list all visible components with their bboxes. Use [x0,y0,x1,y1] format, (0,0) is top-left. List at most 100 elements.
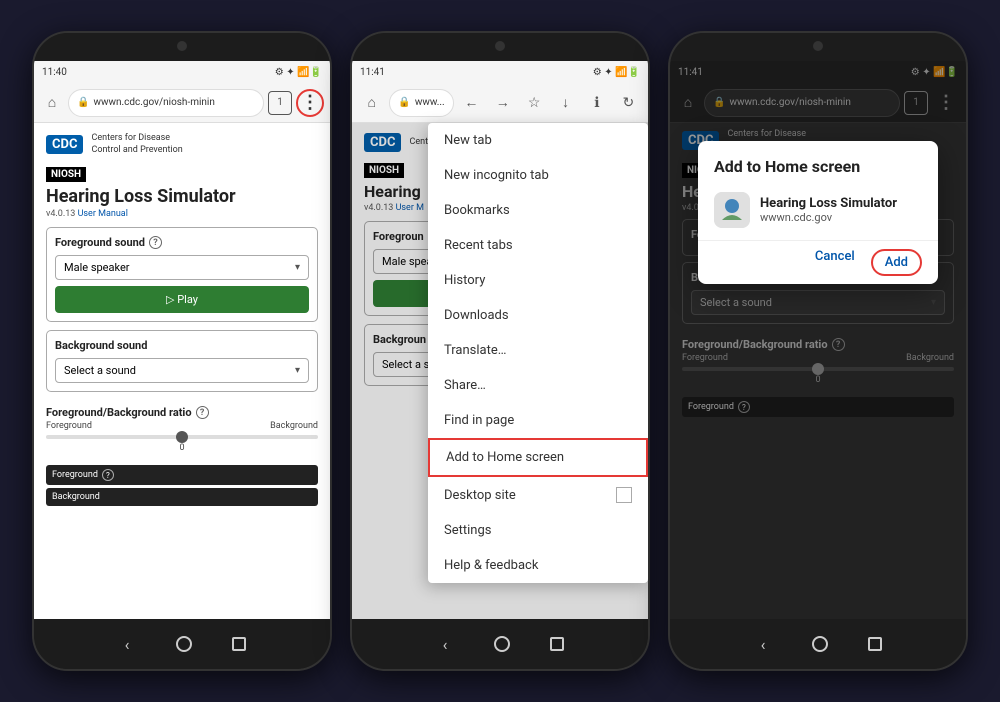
dialog-overlay-3: Add to Home screen Hearing Loss Simulato… [670,61,966,619]
foreground-help-icon-1[interactable]: ? [149,236,162,249]
nav-home-1[interactable] [176,636,192,652]
menu-item-find-in-page[interactable]: Find in page [428,403,648,438]
foreground-audio-bar-1: Foreground ? [46,465,318,485]
menu-item-desktop-site[interactable]: Desktop site [428,477,648,513]
status-icons-1: ⚙ ✦ 📶🔋 [275,67,322,78]
phone-bottom-3: ‹ [670,619,966,669]
menu-item-share[interactable]: Share… [428,368,648,403]
info-btn-2[interactable]: ℹ [583,89,610,117]
menu-btn-1[interactable]: ⋮ [296,89,324,117]
back-btn-2[interactable]: ← [458,89,485,117]
dialog-actions: Cancel Add [698,241,938,284]
forward-btn-2[interactable]: → [489,89,516,117]
app-version-1: v4.0.13 User Manual [46,209,318,219]
menu-item-settings[interactable]: Settings [428,513,648,548]
nav-square-2[interactable] [550,637,564,651]
lock-icon-2: 🔒 [398,97,410,108]
camera-1 [177,41,187,51]
browser-bar-2: ⌂ 🔒 www... ← → ☆ ↓ ℹ ↻ [352,83,648,123]
phone-2: 11:41 ⚙ ✦ 📶🔋 ⌂ 🔒 www... ← → ☆ ↓ ℹ ↻ [350,31,650,671]
screen-1: 11:40 ⚙ ✦ 📶🔋 ⌂ 🔒 wwwn.cdc.gov/niosh-mini… [34,61,330,619]
camera-3 [813,41,823,51]
phone-top-1 [34,33,330,61]
foreground-section-1: Foreground sound ? Male speaker ▾ ▷ Play [46,227,318,322]
menu-item-bookmarks[interactable]: Bookmarks [428,193,648,228]
foreground-label-1: Foreground sound ? [55,236,309,249]
dialog-app-icon [714,192,750,228]
home-btn-2[interactable]: ⌂ [358,89,385,117]
user-manual-link-2[interactable]: User M [396,203,424,213]
menu-item-history[interactable]: History [428,263,648,298]
nav-home-3[interactable] [812,636,828,652]
background-section-1: Background sound Select a sound ▾ [46,330,318,392]
dl-btn-2[interactable]: ↓ [552,89,579,117]
menu-item-downloads[interactable]: Downloads [428,298,648,333]
ratio-help-icon-1[interactable]: ? [196,406,209,419]
nav-square-3[interactable] [868,637,882,651]
slider-thumb-1[interactable] [176,431,188,443]
audio-help-icon-1[interactable]: ? [102,469,114,481]
url-bar-1[interactable]: 🔒 wwwn.cdc.gov/niosh-minin [68,89,264,117]
cdc-header-1: CDC Centers for DiseaseControl and Preve… [46,133,318,156]
phone-top-2 [352,33,648,61]
nav-back-1[interactable]: ‹ [118,635,136,653]
status-bar-1: 11:40 ⚙ ✦ 📶🔋 [34,61,330,83]
screen-3: 11:41 ⚙ ✦ 📶🔋 ⌂ 🔒 wwwn.cdc.gov/niosh-mini… [670,61,966,619]
desktop-site-checkbox[interactable] [616,487,632,503]
menu-item-add-home[interactable]: Add to Home screen [428,438,648,477]
dialog-app-row: Hearing Loss Simulator wwwn.cdc.gov [698,184,938,240]
background-audio-bar-1: Background [46,488,318,506]
ratio-label-1: Foreground/Background ratio ? [46,406,318,419]
cdc-text-1: Centers for DiseaseControl and Preventio… [91,133,182,156]
url-bar-2[interactable]: 🔒 www... [389,89,453,117]
menu-item-new-tab[interactable]: New tab [428,123,648,158]
dialog-app-info: Hearing Loss Simulator wwwn.cdc.gov [760,196,897,224]
niosh-logo-1: NIOSH [46,167,86,182]
slider-track-1[interactable] [46,435,318,439]
ratio-ends-1: Foreground Background [46,421,318,431]
app-icon-svg [714,192,750,228]
browser-bar-1: ⌂ 🔒 wwwn.cdc.gov/niosh-minin 1 ⋮ [34,83,330,123]
nav-home-2[interactable] [494,636,510,652]
play-btn-1[interactable]: ▷ Play [55,286,309,313]
menu-item-recent-tabs[interactable]: Recent tabs [428,228,648,263]
dialog-title: Add to Home screen [698,141,938,184]
user-manual-link-1[interactable]: User Manual [78,209,128,219]
url-text-2: www... [415,97,445,108]
phone-bottom-1: ‹ [34,619,330,669]
menu-item-help-feedback[interactable]: Help & feedback [428,548,648,583]
dialog-add-btn[interactable]: Add [871,249,922,276]
status-time-2: 11:41 [360,67,385,78]
star-btn-2[interactable]: ☆ [520,89,547,117]
phone-3: 11:41 ⚙ ✦ 📶🔋 ⌂ 🔒 wwwn.cdc.gov/niosh-mini… [668,31,968,671]
dialog-cancel-btn[interactable]: Cancel [815,249,855,276]
cdc-logo-1: CDC [46,135,83,154]
home-btn-1[interactable]: ⌂ [40,91,64,115]
background-dropdown-1[interactable]: Select a sound ▾ [55,358,309,383]
nav-back-2[interactable]: ‹ [436,635,454,653]
url-text-1: wwwn.cdc.gov/niosh-minin [93,97,214,108]
background-dropdown-arrow-1: ▾ [295,365,300,376]
phone-1: 11:40 ⚙ ✦ 📶🔋 ⌂ 🔒 wwwn.cdc.gov/niosh-mini… [32,31,332,671]
reload-btn-2[interactable]: ↻ [615,89,642,117]
phone-bottom-2: ‹ [352,619,648,669]
dialog-app-url: wwwn.cdc.gov [760,211,897,224]
phone-top-3 [670,33,966,61]
tab-btn-1[interactable]: 1 [268,91,292,115]
background-label-1: Background sound [55,339,309,352]
screen-2: 11:41 ⚙ ✦ 📶🔋 ⌂ 🔒 www... ← → ☆ ↓ ℹ ↻ [352,61,648,619]
foreground-dropdown-1[interactable]: Male speaker ▾ [55,255,309,280]
lock-icon-1: 🔒 [77,97,89,108]
chrome-menu-2: New tab New incognito tab Bookmarks Rece… [428,123,648,583]
camera-2 [495,41,505,51]
app-title-1: Hearing Loss Simulator [46,186,318,207]
nav-back-3[interactable]: ‹ [754,635,772,653]
nav-square-1[interactable] [232,637,246,651]
app-content-1: CDC Centers for DiseaseControl and Preve… [34,123,330,619]
status-icons-2: ⚙ ✦ 📶🔋 [593,67,640,78]
menu-item-translate[interactable]: Translate… [428,333,648,368]
add-home-dialog: Add to Home screen Hearing Loss Simulato… [698,141,938,284]
niosh-logo-2: NIOSH [364,163,404,178]
menu-item-new-incognito[interactable]: New incognito tab [428,158,648,193]
status-time-1: 11:40 [42,67,67,78]
